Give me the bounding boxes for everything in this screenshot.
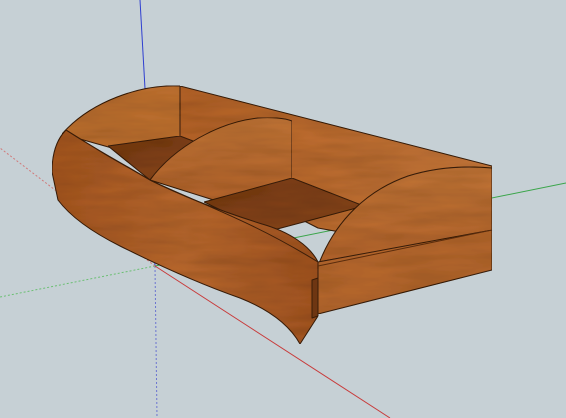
blue-axis-dotted	[154, 265, 158, 418]
3d-viewport[interactable]	[0, 0, 566, 418]
base-notch	[311, 277, 319, 319]
model-canvas[interactable]	[0, 0, 566, 418]
wooden-tray-model[interactable]	[51, 85, 493, 345]
green-axis-dotted	[0, 265, 156, 298]
